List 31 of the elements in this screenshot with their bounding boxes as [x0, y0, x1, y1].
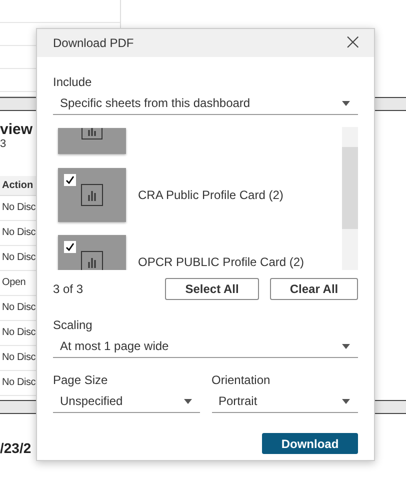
selection-count: 3 of 3 — [53, 282, 84, 296]
scrollbar[interactable] — [342, 127, 358, 270]
date-text: /23/2 — [0, 440, 32, 456]
dashboard-heading: view — [0, 121, 34, 138]
dropdown-arrow-icon — [184, 398, 192, 404]
download-button[interactable]: Download — [262, 433, 358, 454]
chart-icon — [81, 128, 103, 140]
select-all-button[interactable]: Select All — [165, 278, 259, 300]
include-dropdown[interactable]: Specific sheets from this dashboard — [53, 93, 358, 115]
dialog-title: Download PDF — [53, 36, 134, 50]
close-button[interactable]: × — [340, 32, 366, 54]
dropdown-arrow-icon — [342, 398, 350, 404]
dashboard-subheading: 3 — [0, 138, 6, 152]
sheet-name: OPCR PUBLIC Profile Card (2) — [138, 255, 304, 269]
chart-icon — [81, 184, 103, 206]
field-label: Scaling — [53, 318, 94, 332]
chart-icon — [81, 251, 103, 270]
field-label: Include — [53, 75, 93, 89]
sheet-checkbox[interactable] — [64, 241, 76, 253]
dropdown-arrow-icon — [342, 100, 350, 106]
dropdown-arrow-icon — [342, 344, 350, 348]
clear-all-button[interactable]: Clear All — [270, 278, 358, 300]
page-size-dropdown[interactable]: Unspecified — [53, 391, 200, 413]
field-label: Orientation — [212, 373, 272, 387]
sheet-thumbnail[interactable] — [58, 128, 126, 154]
sheet-name: CRA Public Profile Card (2) — [138, 188, 284, 202]
sheet-checkbox[interactable] — [64, 174, 76, 186]
sheet-thumbnail[interactable] — [58, 168, 126, 222]
scaling-dropdown[interactable]: At most 1 page wide — [53, 336, 358, 358]
orientation-dropdown[interactable]: Portrait — [212, 391, 358, 413]
field-label: Page Size — [53, 373, 109, 387]
